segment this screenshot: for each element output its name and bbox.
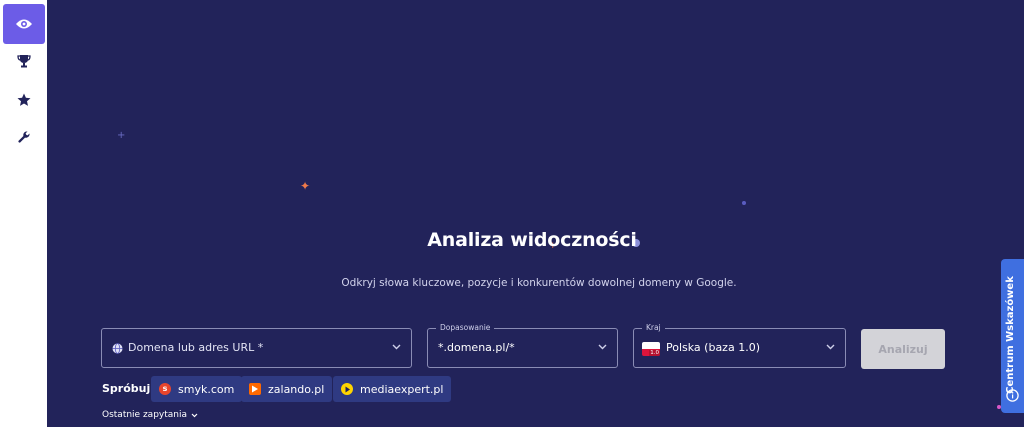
chevron-down-icon[interactable] (392, 344, 401, 350)
chevron-down-icon[interactable] (826, 344, 835, 350)
domain-placeholder: Domena lub adres URL * (128, 341, 264, 354)
eye-icon (16, 19, 32, 29)
smyk-logo-icon: s (159, 383, 171, 395)
suggestion-chip-mediaexpert[interactable]: mediaexpert.pl (333, 376, 452, 402)
sidebar-item-visibility[interactable] (3, 4, 45, 44)
page-subtitle: Odkryj słowa kluczowe, pozycje i konkure… (341, 277, 737, 289)
poland-flag-icon: 1.0 (642, 342, 660, 356)
info-icon (1006, 389, 1019, 402)
chevron-down-icon (191, 413, 198, 417)
country-select[interactable]: Kraj 1.0 Polska (baza 1.0) (633, 322, 846, 368)
try-label: Spróbuj: (102, 382, 155, 395)
help-center-label: Centrum Wskazówek (1005, 276, 1016, 394)
wrench-icon (18, 131, 30, 143)
recent-queries-toggle[interactable]: Ostatnie zapytania (102, 410, 198, 420)
page-title: Analiza widoczności (427, 229, 637, 251)
sparkle-icon (742, 201, 746, 205)
country-value: Polska (baza 1.0) (666, 341, 760, 354)
recent-queries-label: Ostatnie zapytania (102, 410, 187, 420)
chip-label: mediaexpert.pl (360, 382, 444, 396)
match-value: *.domena.pl/* (438, 341, 515, 354)
chevron-down-icon[interactable] (598, 344, 607, 350)
zalando-logo-icon (249, 383, 261, 395)
country-label: Kraj (642, 322, 665, 334)
match-select[interactable]: Dopasowanie *.domena.pl/* (427, 322, 618, 368)
domain-input[interactable]: Domena lub adres URL * (101, 328, 412, 368)
sparkle-icon: + (117, 130, 126, 141)
trophy-icon (17, 55, 31, 68)
mediaexpert-logo-icon (341, 383, 353, 395)
suggestion-chip-smyk[interactable]: s smyk.com (151, 376, 243, 402)
sidebar-item-favorites[interactable] (3, 80, 45, 120)
chip-label: zalando.pl (268, 382, 325, 396)
sparkle-icon: ✦ (300, 179, 311, 193)
suggestion-chip-zalando[interactable]: zalando.pl (241, 376, 333, 402)
match-label: Dopasowanie (436, 322, 495, 334)
chip-label: smyk.com (178, 382, 235, 396)
sidebar-item-trophy[interactable] (3, 41, 45, 81)
sidebar (0, 0, 47, 427)
sidebar-item-tools[interactable] (3, 117, 45, 157)
star-icon (17, 93, 31, 106)
flag-badge: 1.0 (649, 350, 660, 356)
help-center-tab[interactable]: Centrum Wskazówek (1001, 259, 1024, 413)
analyze-button[interactable]: Analizuj (861, 329, 945, 369)
globe-icon (112, 343, 123, 354)
